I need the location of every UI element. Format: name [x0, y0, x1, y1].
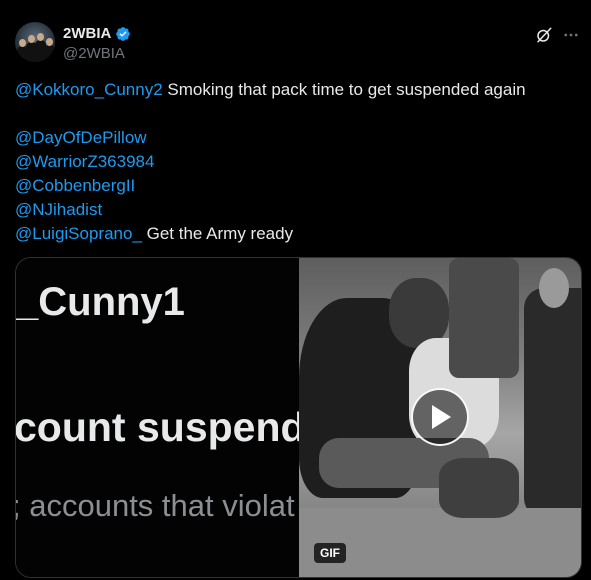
- gif-text: _Cunny1: [16, 280, 185, 324]
- mention-link[interactable]: @NJihadist: [15, 200, 102, 219]
- tweet-text-segment: Smoking that pack time to get suspended …: [162, 80, 526, 99]
- tweet-line: @NJihadist: [15, 198, 575, 222]
- tweet-text-segment: Get the Army ready: [141, 224, 294, 243]
- author-display-name[interactable]: 2WBIA: [63, 25, 111, 42]
- mention-link[interactable]: @LuigiSoprano_: [15, 224, 142, 243]
- gif-text: ; accounts that violat: [16, 488, 295, 523]
- tweet-line: @Kokkoro_Cunny2 Smoking that pack time t…: [15, 78, 575, 102]
- gif-badge: GIF: [314, 543, 346, 563]
- play-button[interactable]: [411, 388, 469, 446]
- mention-link[interactable]: @CobbenbergII: [15, 176, 135, 195]
- more-options-icon[interactable]: [561, 26, 581, 44]
- tweet-header: 2WBIA @2WBIA: [15, 22, 581, 66]
- mention-link[interactable]: @DayOfDePillow: [15, 128, 147, 147]
- name-row: 2WBIA: [63, 25, 131, 42]
- tweet-line: @CobbenbergII: [15, 174, 575, 198]
- avatar[interactable]: [15, 22, 55, 62]
- tweet-line: @LuigiSoprano_ Get the Army ready: [15, 222, 575, 246]
- mention-link[interactable]: @Kokkoro_Cunny2: [15, 80, 163, 99]
- media-gif[interactable]: _Cunny1 count suspend ; accounts that vi…: [15, 257, 582, 578]
- tweet-text: @Kokkoro_Cunny2 Smoking that pack time t…: [15, 78, 575, 246]
- grok-icon[interactable]: [535, 26, 553, 44]
- gif-left-frame: _Cunny1 count suspend ; accounts that vi…: [16, 258, 299, 577]
- tweet-line: @DayOfDePillow: [15, 126, 575, 150]
- gif-text: count suspend: [16, 404, 299, 450]
- tweet-line: @WarriorZ363984: [15, 150, 575, 174]
- author-handle[interactable]: @2WBIA: [63, 45, 125, 62]
- mention-link[interactable]: @WarriorZ363984: [15, 152, 154, 171]
- verified-badge-icon: [116, 26, 131, 41]
- play-icon: [432, 405, 451, 429]
